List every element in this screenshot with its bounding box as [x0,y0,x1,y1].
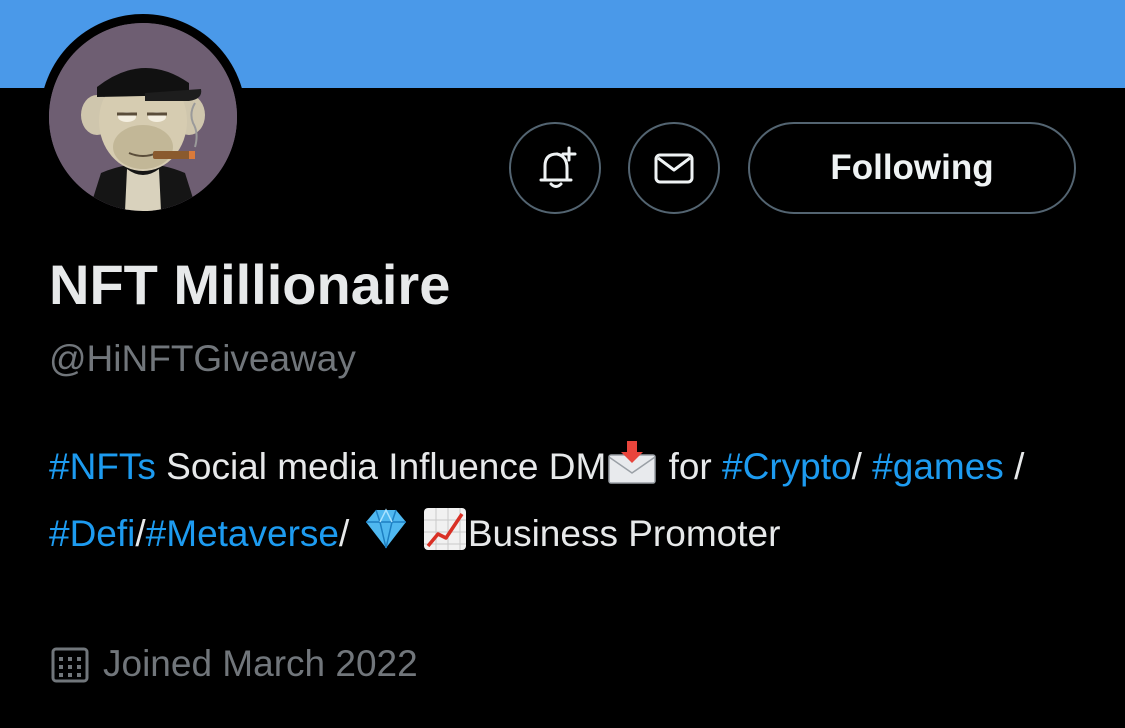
hashtag-metaverse[interactable]: #Metaverse [146,513,339,554]
bio-text: / [1003,446,1025,487]
hashtag-games[interactable]: #games [872,446,1004,487]
hashtag-defi[interactable]: #Defi [49,513,135,554]
calendar-icon [49,643,91,685]
avatar[interactable] [49,23,237,211]
profile-bio: #NFTs Social media Influence DM for #Cry… [49,436,1109,570]
bell-plus-icon [539,146,577,188]
joined-date: Joined March 2022 [49,643,418,685]
message-button[interactable] [628,122,720,214]
bio-text: Business Promoter [467,513,781,554]
bio-text: / [338,513,360,554]
chart-increasing-emoji [422,506,468,570]
joined-text: Joined March 2022 [103,643,418,684]
display-name: NFT Millionaire [49,253,451,316]
bio-text: / [851,446,873,487]
envelope-icon [654,153,694,184]
bio-text: for [658,446,723,487]
gem-emoji [360,506,412,570]
notify-button[interactable] [509,122,601,214]
hashtag-crypto[interactable]: #Crypto [722,446,852,487]
hashtag-nfts[interactable]: #NFTs [49,446,156,487]
following-button[interactable]: Following [748,122,1076,214]
profile-handle: @HiNFTGiveaway [49,338,356,379]
bio-text: Social media Influence DM [155,446,607,487]
envelope-with-arrow-emoji [606,439,658,503]
bio-text: / [135,513,146,554]
